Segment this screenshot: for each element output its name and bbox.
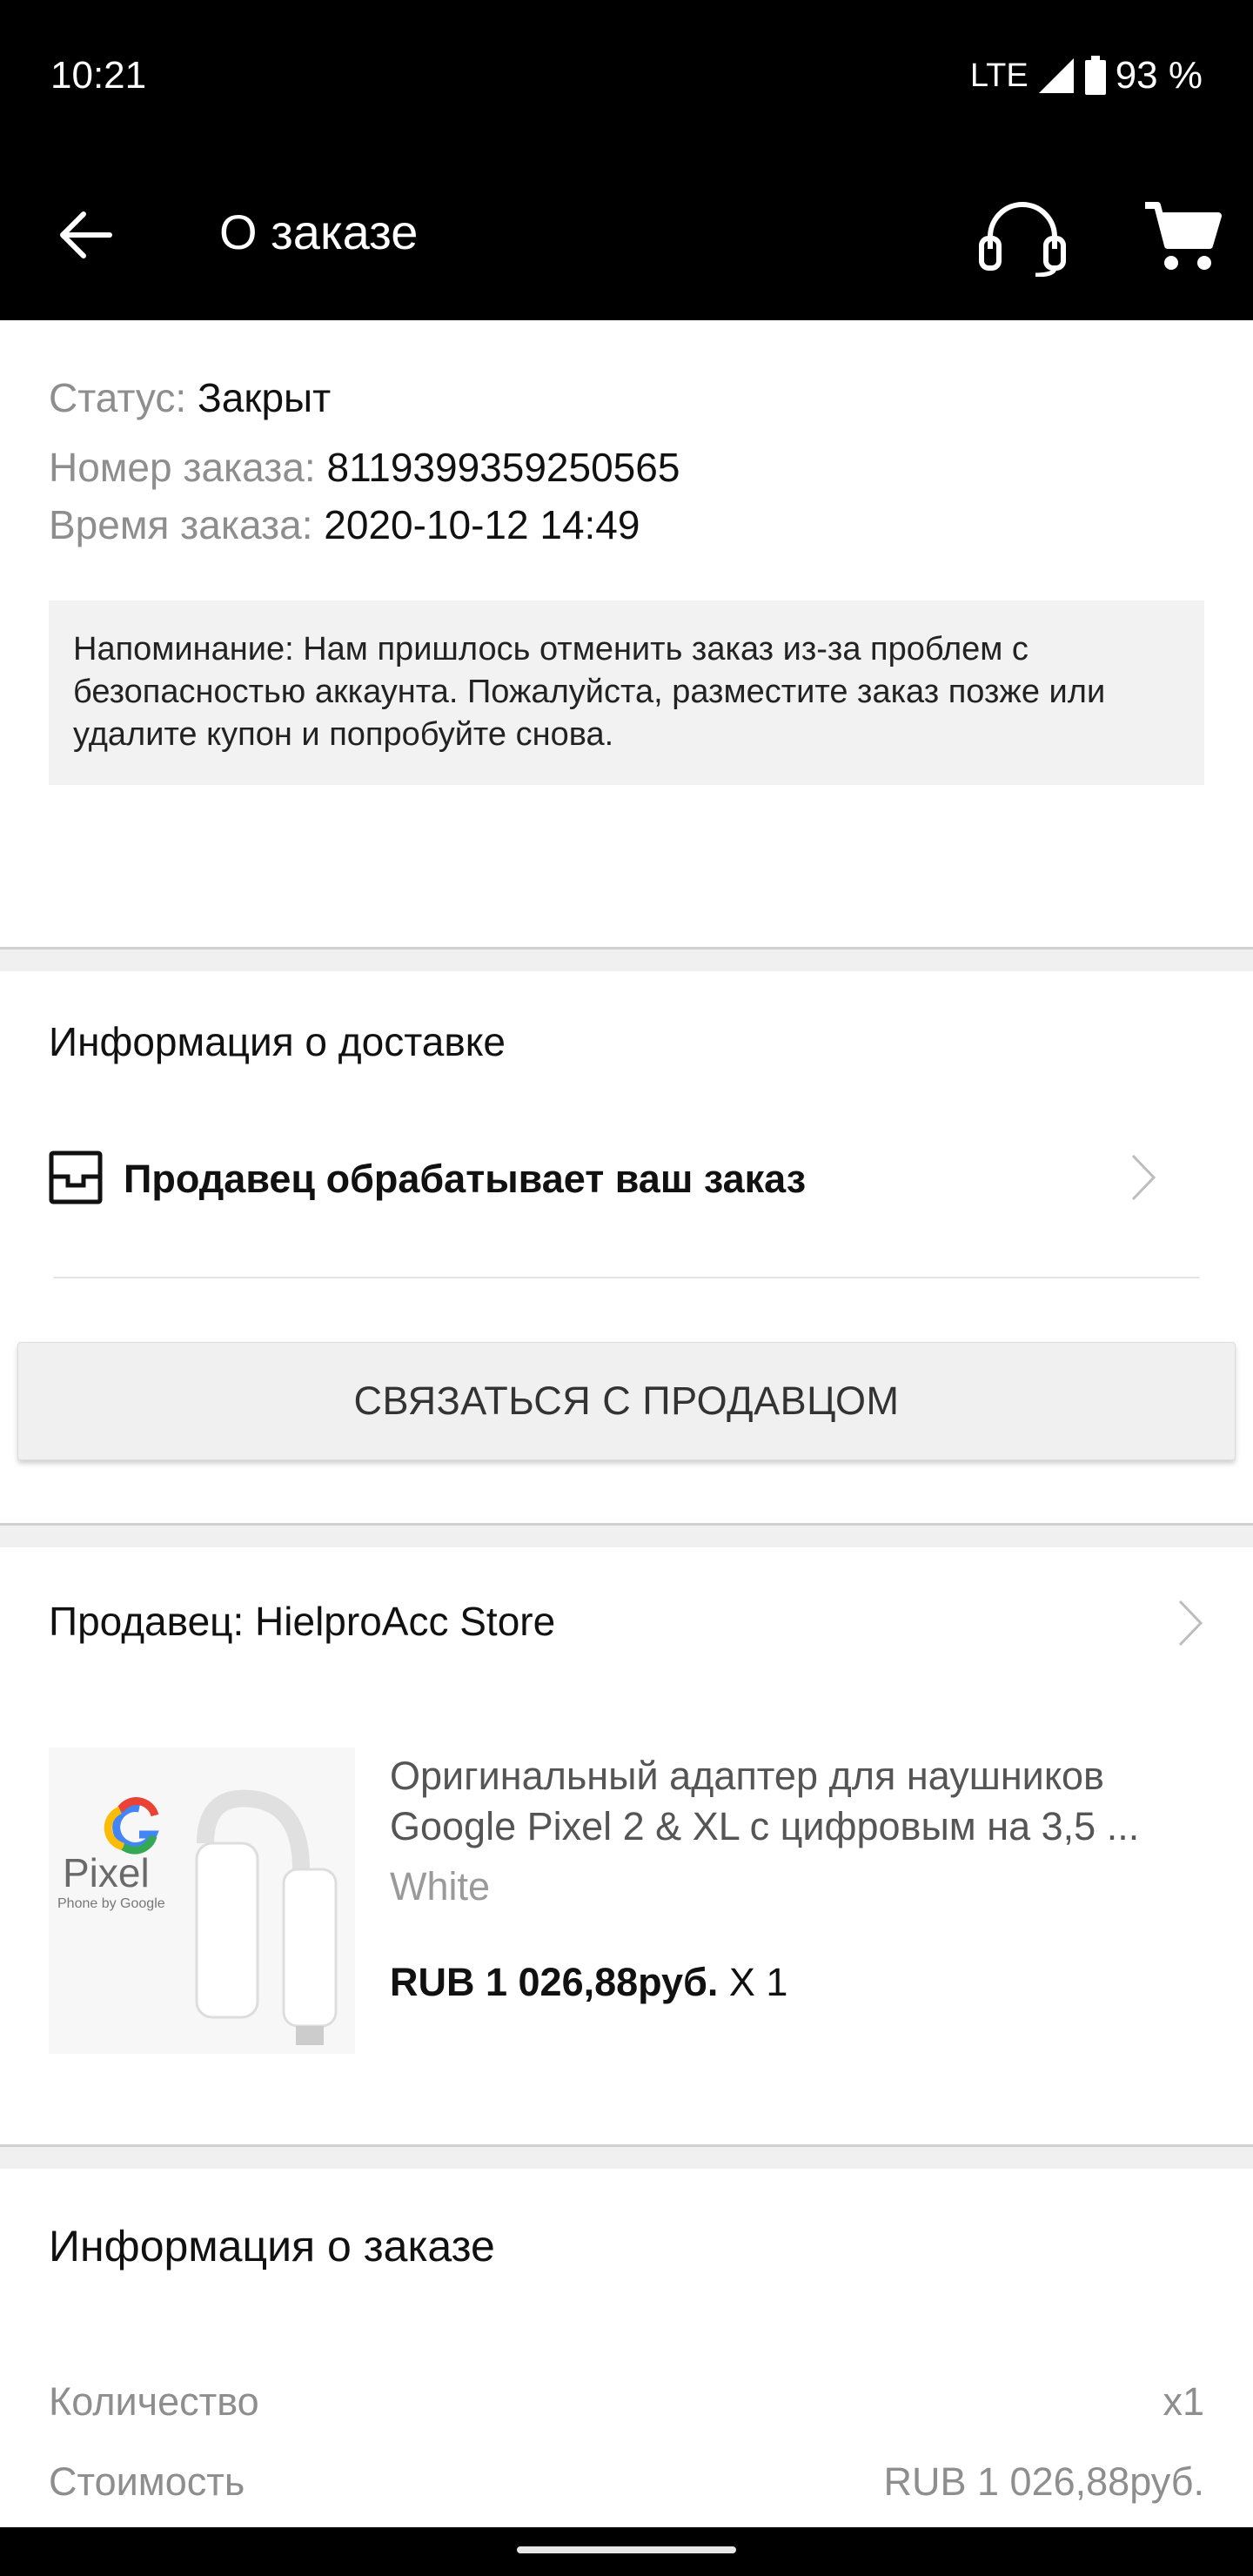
product-image-subtitle: Phone by Google <box>57 1896 165 1911</box>
quantity-row: Количество x1 <box>49 2379 1204 2425</box>
order-info-title: Информация о заказе <box>49 2222 495 2271</box>
status-indicators: LTE 93 % <box>970 54 1203 97</box>
status-value: Закрыт <box>197 375 332 420</box>
home-gesture-handle[interactable] <box>517 2546 736 2553</box>
product-variant: White <box>390 1864 491 1909</box>
quantity-value: x1 <box>1163 2379 1204 2424</box>
product-image-brand: Pixel <box>63 1850 150 1895</box>
order-number-row: Номер заказа: 8119399359250565 <box>49 444 680 491</box>
network-type: LTE <box>969 57 1029 94</box>
cart-icon <box>1140 202 1223 278</box>
product-title[interactable]: Оригинальный адаптер для наушников Googl… <box>390 1751 1199 1852</box>
product-price: RUB 1 026,88руб. <box>390 1960 719 2004</box>
section-divider <box>0 2144 1253 2169</box>
status-time: 10:21 <box>50 54 147 97</box>
delivery-status-text: Продавец обрабатывает ваш заказ <box>124 1157 807 1201</box>
app-bar: О заказе <box>0 150 1253 320</box>
page-title: О заказе <box>219 205 419 259</box>
order-status-row: Статус: Закрыт <box>49 374 331 421</box>
delivery-status-row[interactable]: Продавец обрабатывает ваш заказ <box>49 1144 1206 1214</box>
chevron-right-icon <box>1176 1598 1204 1658</box>
system-nav-bar <box>0 2527 1253 2576</box>
quantity-label: Количество <box>49 2379 259 2424</box>
order-time-row: Время заказа: 2020-10-12 14:49 <box>49 501 640 548</box>
order-time-value: 2020-10-12 14:49 <box>324 502 640 547</box>
seller-name: Продавец: HielproAcc Store <box>49 1599 556 1644</box>
cost-label: Стоимость <box>49 2459 245 2504</box>
cost-value: RUB 1 026,88руб. <box>883 2459 1204 2504</box>
product-quantity: X 1 <box>728 1960 788 2004</box>
delivery-separator <box>54 1277 1199 1278</box>
back-button[interactable] <box>50 202 120 272</box>
order-time-label: Время заказа: <box>49 502 313 547</box>
product-image[interactable]: Pixel Phone by Google <box>49 1748 355 2054</box>
contact-seller-button[interactable]: СВЯЗАТЬСЯ С ПРОДАВЦОМ <box>17 1342 1236 1460</box>
section-divider <box>0 1523 1253 1547</box>
section-divider <box>0 947 1253 971</box>
cart-button[interactable] <box>1140 197 1223 275</box>
support-button[interactable] <box>975 198 1070 280</box>
cancellation-notice: Напоминание: Нам пришлось отменить заказ… <box>49 600 1204 785</box>
order-number-value: 8119399359250565 <box>326 445 680 490</box>
battery-icon <box>1084 56 1107 96</box>
arrow-left-icon <box>57 211 113 264</box>
status-bar: 10:21 LTE 93 % <box>0 0 1253 150</box>
headset-icon <box>975 202 1070 280</box>
package-icon <box>49 1150 103 1209</box>
order-number-label: Номер заказа: <box>49 445 316 490</box>
status-label: Статус: <box>49 375 187 420</box>
chevron-right-icon <box>1129 1152 1157 1207</box>
product-price-row: RUB 1 026,88руб. X 1 <box>390 1960 787 2005</box>
delivery-title: Информация о доставке <box>49 1019 506 1064</box>
battery-level: 93 % <box>1115 54 1203 97</box>
seller-row[interactable]: Продавец: HielproAcc Store <box>49 1598 1204 1659</box>
cost-row: Стоимость RUB 1 026,88руб. <box>49 2459 1204 2505</box>
signal-icon <box>1037 57 1075 95</box>
